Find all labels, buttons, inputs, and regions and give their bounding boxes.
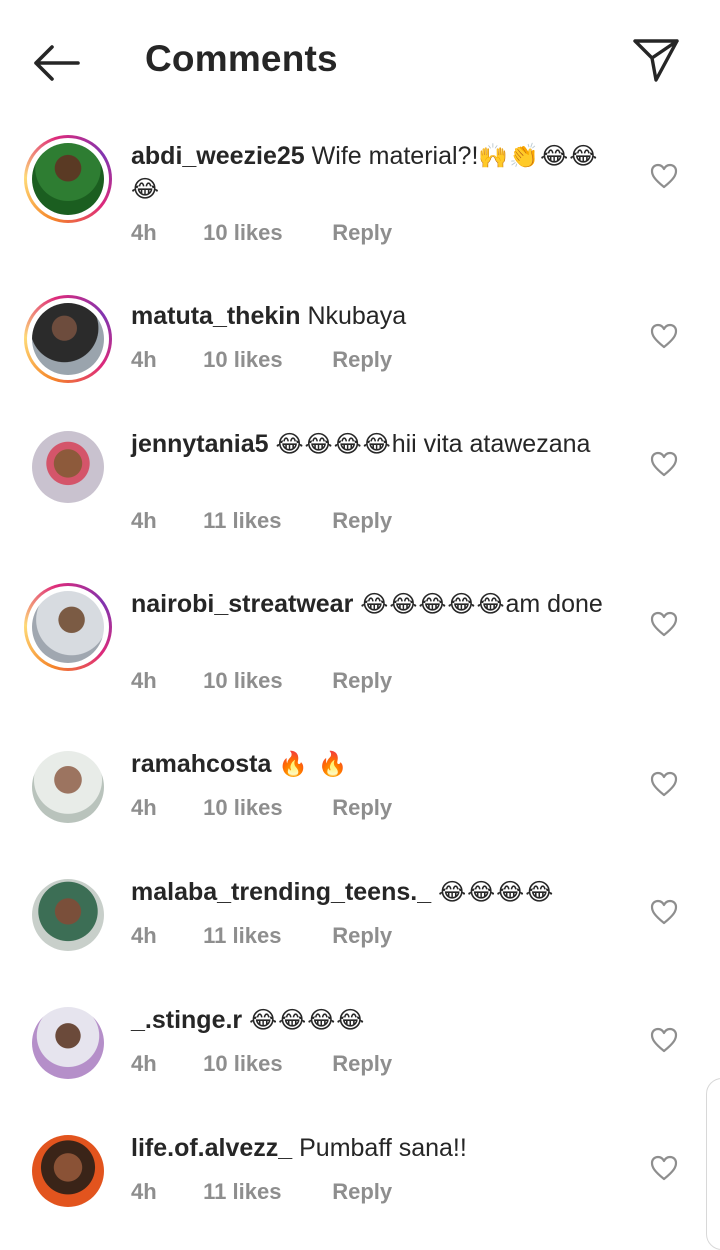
comment-username[interactable]: life.of.alvezz_ — [131, 1134, 292, 1162]
comment-likes[interactable]: 10 likes — [203, 220, 326, 246]
avatar — [32, 143, 104, 215]
comment-time: 4h — [131, 795, 157, 820]
avatar-story-ring[interactable] — [24, 583, 112, 671]
comment-text: _.stinge.r 😂😂😂😂 — [131, 1004, 621, 1037]
avatar — [32, 1135, 104, 1207]
comment-username[interactable]: matuta_thekin — [131, 302, 300, 330]
reply-button[interactable]: Reply — [332, 347, 392, 373]
heart-icon[interactable] — [650, 323, 678, 349]
comment-username[interactable]: ramahcosta — [131, 750, 271, 778]
avatar — [32, 1007, 104, 1079]
reply-button[interactable]: Reply — [332, 923, 392, 949]
reply-button[interactable]: Reply — [332, 1179, 392, 1205]
comment-likes[interactable]: 11 likes — [203, 923, 326, 949]
heart-icon[interactable] — [650, 451, 678, 477]
heart-icon[interactable] — [650, 899, 678, 925]
comment-meta: 4h 11 likes Reply — [131, 508, 392, 534]
comment-body: hii vita atawezana — [391, 430, 591, 458]
comment-time: 4h — [131, 220, 157, 245]
heart-icon[interactable] — [650, 611, 678, 637]
comment-time: 4h — [131, 923, 157, 948]
avatar — [32, 879, 104, 951]
comment-text: matuta_thekin Nkubaya — [131, 300, 621, 333]
comment-meta: 4h 10 likes Reply — [131, 1051, 392, 1077]
comment-likes[interactable]: 10 likes — [203, 347, 326, 373]
comment-likes[interactable]: 10 likes — [203, 1051, 326, 1077]
avatar — [32, 591, 104, 663]
comment-meta: 4h 11 likes Reply — [131, 1179, 392, 1205]
comment-username[interactable]: abdi_weezie25 — [131, 142, 305, 170]
paper-plane-icon[interactable] — [630, 36, 682, 84]
reply-button[interactable]: Reply — [332, 508, 392, 534]
comment-body: Wife material?! — [311, 142, 479, 170]
page-title: Comments — [145, 38, 338, 79]
comment-time: 4h — [131, 347, 157, 372]
heart-icon[interactable] — [650, 1027, 678, 1053]
comment-time: 4h — [131, 668, 157, 693]
reply-button[interactable]: Reply — [332, 795, 392, 821]
comment-emoji: 😂😂😂😂😂 — [360, 590, 506, 618]
comment-time: 4h — [131, 1179, 157, 1204]
comment-meta: 4h 10 likes Reply — [131, 347, 392, 373]
comment-time: 4h — [131, 508, 157, 533]
avatar — [32, 431, 104, 503]
comment-likes[interactable]: 11 likes — [203, 1179, 326, 1205]
comment-meta: 4h 10 likes Reply — [131, 668, 392, 694]
avatar — [32, 303, 104, 375]
comment-meta: 4h 10 likes Reply — [131, 220, 392, 246]
comment-body: Nkubaya — [307, 302, 407, 330]
back-arrow-icon[interactable] — [30, 42, 82, 84]
avatar-wrapper[interactable] — [24, 999, 112, 1087]
comment-text: jennytania5 😂😂😂😂hii vita atawezana — [131, 428, 621, 461]
comment-likes[interactable]: 10 likes — [203, 668, 326, 694]
heart-icon[interactable] — [650, 771, 678, 797]
comment-likes[interactable]: 11 likes — [203, 508, 326, 534]
comment-emoji: 😂😂😂😂 — [438, 878, 555, 906]
comment-emoji: 🔥 🔥 — [278, 750, 349, 778]
avatar-story-ring[interactable] — [24, 295, 112, 383]
heart-icon[interactable] — [650, 163, 678, 189]
comment-text: life.of.alvezz_ Pumbaff sana!! — [131, 1132, 621, 1165]
comment-text: abdi_weezie25 Wife material?!🙌👏😂😂😂 — [131, 140, 621, 206]
comment-body: am done — [505, 590, 603, 618]
reply-button[interactable]: Reply — [332, 220, 392, 246]
comment-emoji: 😂😂😂😂 — [275, 430, 392, 458]
comment-username[interactable]: malaba_trending_teens._ — [131, 878, 431, 906]
comment-likes[interactable]: 10 likes — [203, 795, 326, 821]
avatar-wrapper[interactable] — [24, 1127, 112, 1215]
comment-username[interactable]: nairobi_streatwear — [131, 590, 353, 618]
reply-button[interactable]: Reply — [332, 668, 392, 694]
comment-meta: 4h 10 likes Reply — [131, 795, 392, 821]
comment-username[interactable]: jennytania5 — [131, 430, 269, 458]
top-bar: Comments — [0, 0, 720, 120]
edge-panel-handle[interactable] — [706, 1078, 720, 1250]
comment-username[interactable]: _.stinge.r — [131, 1006, 242, 1034]
avatar-wrapper[interactable] — [24, 423, 112, 511]
comment-meta: 4h 11 likes Reply — [131, 923, 392, 949]
avatar-wrapper[interactable] — [24, 743, 112, 831]
comment-emoji: 😂😂😂😂 — [249, 1006, 366, 1034]
reply-button[interactable]: Reply — [332, 1051, 392, 1077]
avatar-wrapper[interactable] — [24, 871, 112, 959]
avatar-story-ring[interactable] — [24, 135, 112, 223]
comment-text: nairobi_streatwear 😂😂😂😂😂am done — [131, 588, 621, 621]
heart-icon[interactable] — [650, 1155, 678, 1181]
comment-text: ramahcosta 🔥 🔥 — [131, 748, 621, 781]
comment-body: Pumbaff sana!! — [299, 1134, 467, 1162]
avatar — [32, 751, 104, 823]
comment-time: 4h — [131, 1051, 157, 1076]
comment-text: malaba_trending_teens._ 😂😂😂😂 — [131, 876, 621, 909]
